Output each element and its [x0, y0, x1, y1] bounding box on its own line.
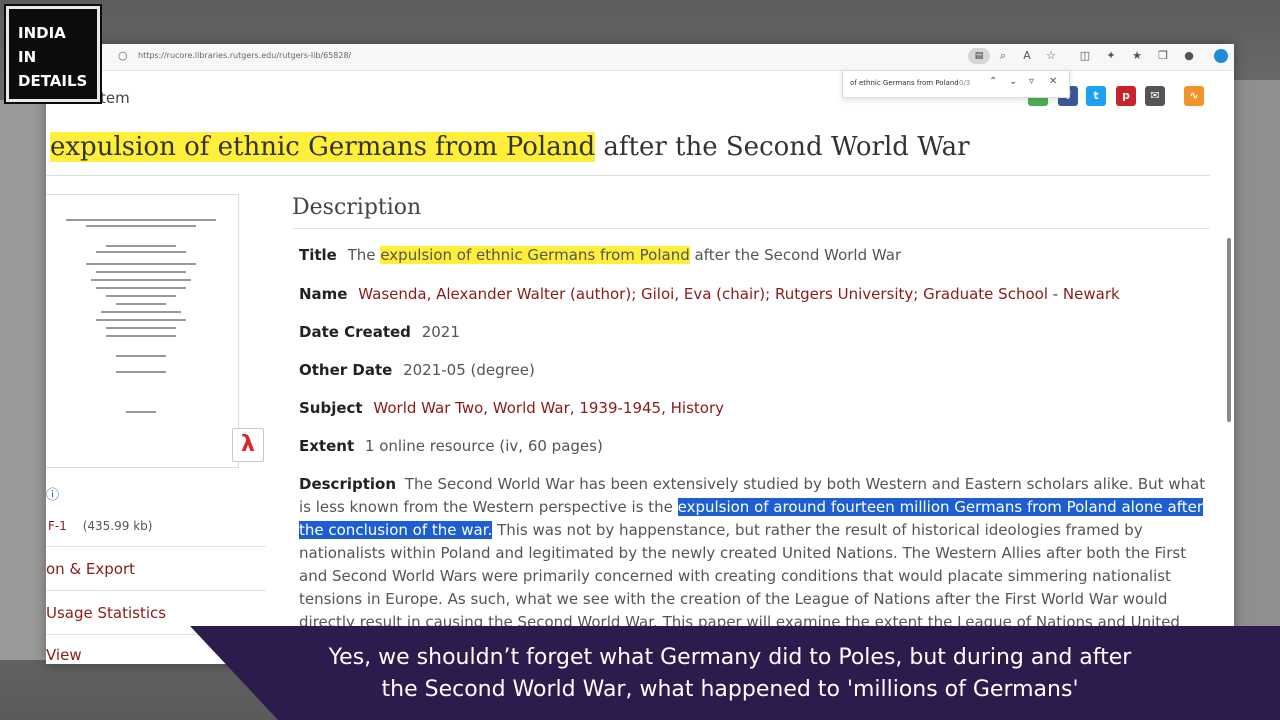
background-right [1232, 80, 1280, 640]
thumb-line [106, 327, 176, 329]
thumb-line [106, 295, 176, 297]
background-left [0, 100, 48, 660]
twitter-icon[interactable]: t [1086, 86, 1106, 106]
favorites-icon[interactable]: ★ [1130, 49, 1144, 62]
logo-line-1: INDIA [18, 24, 66, 42]
rss-icon[interactable]: ∿ [1184, 86, 1204, 106]
name-value[interactable]: Wasenda, Alexander Walter (author); Gilo… [358, 285, 1119, 303]
thumb-line [96, 251, 186, 253]
subject-row: Subject World War Two, World War, 1939-1… [299, 399, 724, 417]
find-filter-icon[interactable]: ▿ [1029, 76, 1034, 87]
caption-line-2: the Second World War, what happened to '… [381, 677, 1079, 702]
thumb-line [126, 411, 156, 413]
thumb-line [96, 271, 186, 273]
file-link[interactable]: F-1 [48, 519, 67, 533]
description-heading: Description [292, 195, 422, 220]
url-field[interactable]: https://rucore.libraries.rutgers.edu/rut… [138, 51, 351, 60]
favorite-star-icon[interactable]: ☆ [1044, 49, 1058, 62]
subject-value[interactable]: World War Two, World War, 1939-1945, His… [373, 399, 724, 417]
title-highlight: expulsion of ethnic Germans from Poland [380, 246, 690, 264]
date-created-value: 2021 [421, 323, 460, 341]
edge-copilot-icon[interactable] [1214, 49, 1228, 63]
subject-label: Subject [299, 399, 363, 417]
logo-line-3: DETAILS [18, 72, 88, 90]
document-thumbnail[interactable] [46, 194, 239, 468]
profile-icon[interactable]: ● [1182, 49, 1196, 62]
view-link[interactable]: View [46, 646, 82, 664]
description-divider [292, 228, 1210, 229]
thumb-line [86, 225, 196, 227]
file-info: F-1 (435.99 kb) [48, 519, 152, 533]
page-title: expulsion of ethnic Germans from Poland … [50, 132, 970, 162]
name-label: Name [299, 285, 348, 303]
thumb-line [96, 287, 186, 289]
page-title-rest: after the Second World War [603, 132, 970, 162]
breadcrumb: tem [100, 89, 130, 107]
usage-statistics-link[interactable]: Usage Statistics [46, 604, 166, 622]
sidebar-divider [46, 590, 266, 591]
thumb-line [96, 319, 186, 321]
title-pre: The [347, 246, 376, 264]
title-row: Title The expulsion of ethnic Germans fr… [299, 246, 901, 264]
file-size: (435.99 kb) [82, 519, 153, 533]
other-date-value: 2021-05 (degree) [403, 361, 535, 379]
title-label: Title [299, 246, 337, 264]
scrollbar-thumb[interactable] [1227, 238, 1231, 422]
description-label: Description [299, 475, 397, 493]
other-date-row: Other Date 2021-05 (degree) [299, 361, 535, 379]
citation-export-link[interactable]: on & Export [46, 560, 135, 578]
extent-label: Extent [299, 437, 355, 455]
address-bar: ○ https://rucore.libraries.rutgers.edu/r… [46, 44, 1234, 71]
thumb-line [106, 245, 176, 247]
channel-logo: INDIA IN DETAILS [4, 4, 102, 104]
extensions-icon[interactable]: ✦ [1104, 49, 1118, 62]
extent-row: Extent 1 online resource (iv, 60 pages) [299, 437, 603, 455]
pdf-download-icon[interactable]: λ [232, 428, 264, 462]
subtitle-caption: Yes, we shouldn’t forget what Germany di… [190, 626, 1280, 720]
page-title-highlight: expulsion of ethnic Germans from Poland [50, 132, 596, 162]
sidebar-divider [46, 546, 266, 547]
logo-line-2: IN [18, 48, 37, 66]
split-screen-icon[interactable]: ◫ [1078, 49, 1092, 62]
thumb-line [101, 311, 181, 313]
date-created-row: Date Created 2021 [299, 323, 460, 341]
info-icon[interactable]: ⓘ [46, 484, 59, 503]
browser-window: ○ https://rucore.libraries.rutgers.edu/r… [46, 44, 1234, 664]
other-date-label: Other Date [299, 361, 393, 379]
collections-icon[interactable]: ❐ [1156, 49, 1170, 62]
find-previous-icon[interactable]: ⌃ [989, 76, 997, 87]
find-close-icon[interactable]: ✕ [1049, 76, 1057, 87]
extent-value: 1 online resource (iv, 60 pages) [364, 437, 603, 455]
site-info-icon[interactable]: ○ [118, 49, 128, 62]
thumb-line [86, 263, 196, 265]
find-next-icon[interactable]: ⌄ [1009, 76, 1017, 87]
description-paragraph: Description The Second World War has bee… [299, 473, 1207, 634]
thumb-line [91, 279, 191, 281]
thumb-line [116, 355, 166, 357]
thumb-line [116, 303, 166, 305]
thumb-line [116, 371, 166, 373]
find-count: 0/3 [959, 79, 971, 87]
find-input[interactable]: of ethnic Germans from Poland [850, 79, 959, 87]
thumb-line [106, 335, 176, 337]
title-divider [46, 175, 1210, 176]
caption-line-1: Yes, we shouldn’t forget what Germany di… [328, 645, 1132, 670]
pinterest-icon[interactable]: p [1116, 86, 1136, 106]
read-aloud-icon[interactable]: A [1020, 49, 1034, 62]
date-created-label: Date Created [299, 323, 411, 341]
name-row: Name Wasenda, Alexander Walter (author);… [299, 285, 1120, 303]
find-bar: of ethnic Germans from Poland 0/3 ⌃ ⌄ ▿ … [842, 70, 1070, 98]
zoom-icon[interactable]: ⌕ [996, 49, 1010, 63]
thumb-line [66, 219, 216, 221]
reader-view-icon[interactable]: ▤ [968, 48, 990, 64]
email-icon[interactable]: ✉ [1145, 86, 1165, 106]
title-post: after the Second World War [694, 246, 902, 264]
